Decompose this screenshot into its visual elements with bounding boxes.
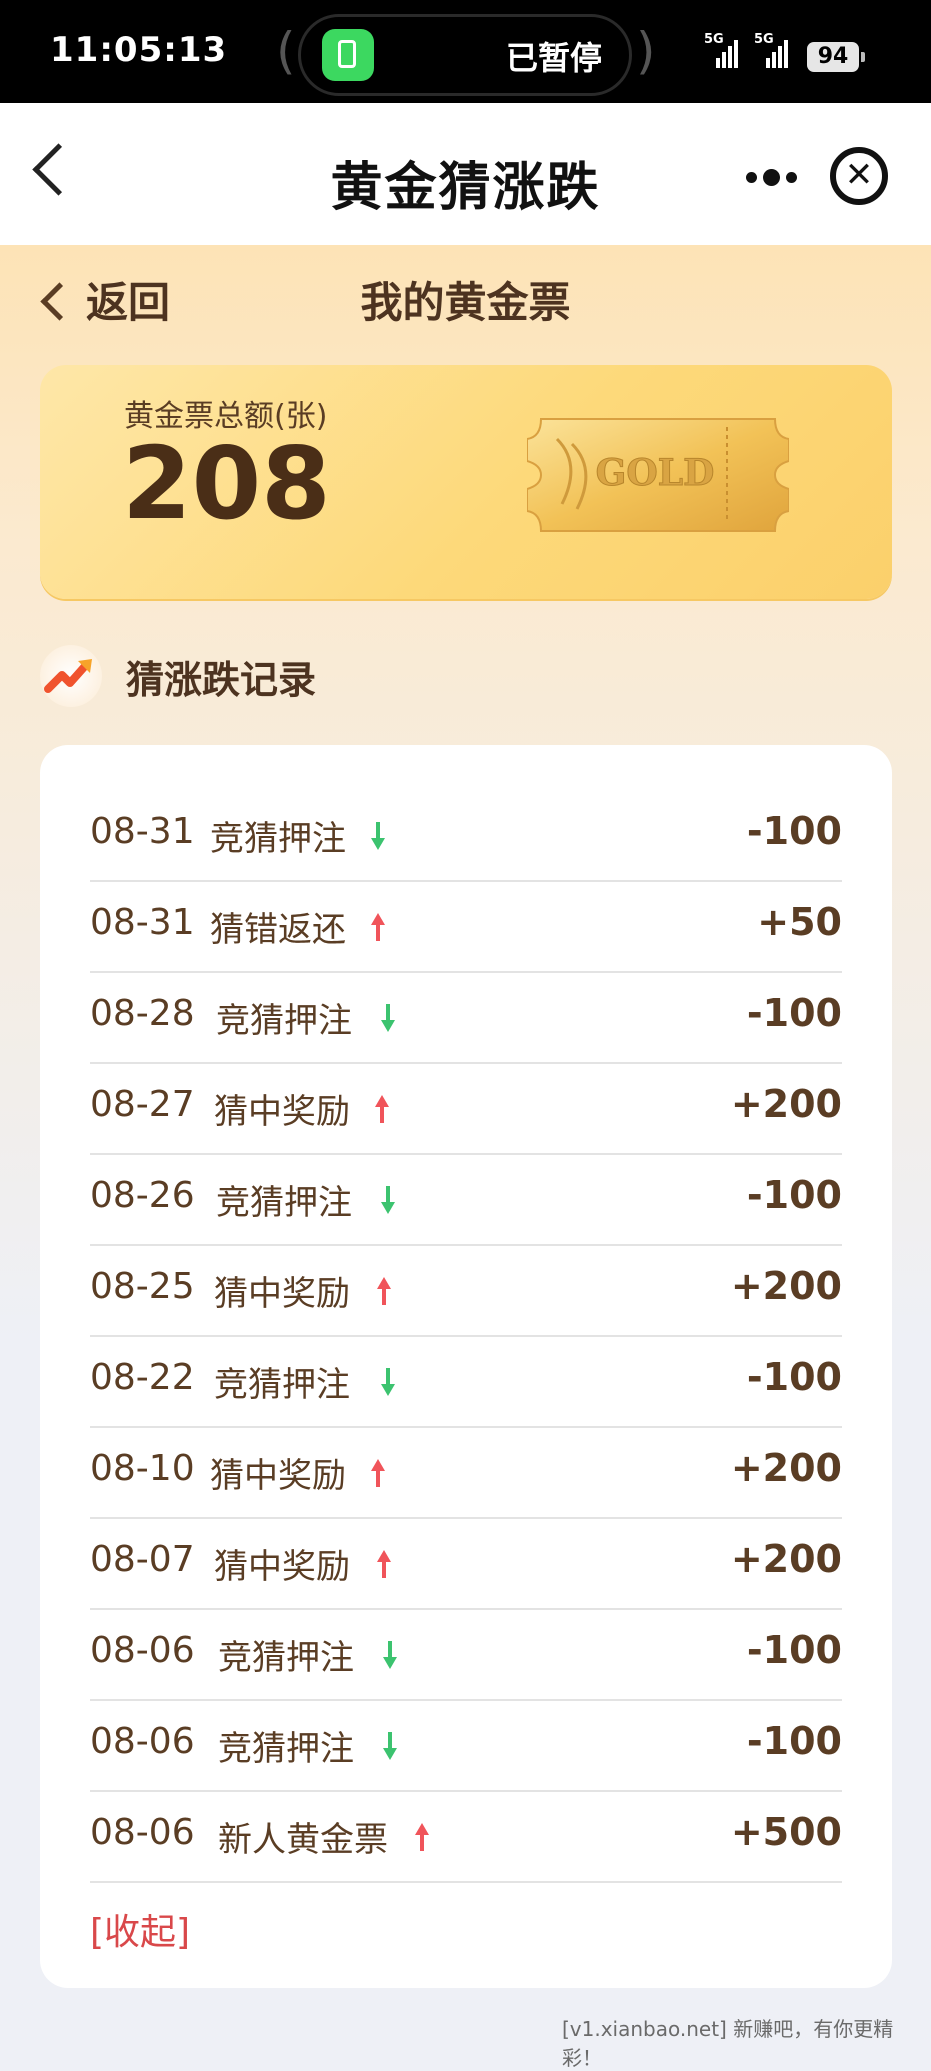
record-amount: -100 xyxy=(746,991,842,1035)
gold-ticket-summary-card: 黄金票总额(张) 208 GOLD xyxy=(40,365,892,599)
arrow-down-icon xyxy=(371,822,385,850)
record-amount: -100 xyxy=(746,1628,842,1672)
record-date: 08-28 xyxy=(90,993,195,1034)
record-type: 竞猜押注 xyxy=(216,1183,352,1223)
total-value: 208 xyxy=(122,425,331,542)
record-type: 新人黄金票 xyxy=(218,1820,388,1860)
arrow-up-icon xyxy=(375,1095,389,1123)
list-item: 08-06 新人黄金票 +500 xyxy=(90,1792,842,1883)
record-date: 08-25 xyxy=(90,1266,195,1307)
record-amount: +200 xyxy=(730,1537,842,1581)
record-amount: -100 xyxy=(746,1719,842,1763)
record-date: 08-26 xyxy=(90,1175,195,1216)
app-icon xyxy=(322,29,374,81)
record-type: 竞猜押注 xyxy=(214,1365,350,1405)
arrow-down-icon xyxy=(381,1004,395,1032)
records-title: 猜涨跌记录 xyxy=(126,658,317,702)
list-item: 08-06 竞猜押注 -100 xyxy=(90,1701,842,1792)
collapse-link[interactable]: [收起] xyxy=(90,1903,190,1955)
paren-left-decoration: ( xyxy=(276,22,296,80)
record-type: 竞猜押注 xyxy=(216,1001,352,1041)
record-date: 08-07 xyxy=(90,1539,195,1580)
record-amount: +50 xyxy=(757,900,842,944)
ticket-text: GOLD xyxy=(596,452,715,494)
paren-right-decoration: ) xyxy=(636,22,656,80)
arrow-up-icon xyxy=(377,1277,391,1305)
record-type: 竞猜押注 xyxy=(218,1729,354,1769)
list-item: 08-28 竞猜押注 -100 xyxy=(90,973,842,1064)
record-date: 08-06 xyxy=(90,1630,195,1671)
paused-status: 已暂停 xyxy=(506,39,603,77)
record-date: 08-31 xyxy=(90,902,195,943)
list-item: 08-22 竞猜押注 -100 xyxy=(90,1337,842,1428)
record-type: 竞猜押注 xyxy=(210,819,346,859)
records-list: 08-31 竞猜押注 -100 08-31 猜错返还 +50 08-28 竞猜押注 -100 08… xyxy=(40,745,892,1988)
trend-up-icon xyxy=(40,645,102,707)
arrow-up-icon xyxy=(371,913,385,941)
signal-label: 5G xyxy=(754,32,774,47)
record-type: 猜中奖励 xyxy=(214,1092,350,1132)
list-item: 08-25 猜中奖励 +200 xyxy=(90,1246,842,1337)
status-bar: 11:05:13 ( ) 已暂停 5G 5G 94 xyxy=(0,0,931,103)
record-type: 猜中奖励 xyxy=(214,1274,350,1314)
record-amount: -100 xyxy=(746,1355,842,1399)
gold-ticket-icon: GOLD xyxy=(527,418,789,532)
record-amount: +200 xyxy=(730,1446,842,1490)
list-item: 08-07 猜中奖励 +200 xyxy=(90,1519,842,1610)
record-type: 猜错返还 xyxy=(210,910,346,950)
record-amount: +500 xyxy=(730,1810,842,1854)
record-type: 猜中奖励 xyxy=(214,1547,350,1587)
record-amount: -100 xyxy=(746,809,842,853)
more-options-icon[interactable] xyxy=(746,169,797,186)
list-item: 08-31 猜错返还 +50 xyxy=(90,882,842,973)
signal-label: 5G xyxy=(704,32,724,47)
status-time: 11:05:13 xyxy=(50,30,228,70)
battery-level: 94 xyxy=(817,44,849,69)
record-amount: +200 xyxy=(730,1082,842,1126)
watermark: [v1.xianbao.net] 新赚吧，有你更精彩！ xyxy=(562,2017,894,2070)
record-amount: +200 xyxy=(730,1264,842,1308)
arrow-up-icon xyxy=(371,1459,385,1487)
close-icon[interactable]: ✕ xyxy=(830,147,888,205)
battery-icon: 94 xyxy=(807,42,865,72)
record-date: 08-06 xyxy=(90,1812,195,1853)
signal-icon: 5G xyxy=(754,32,788,68)
record-amount: -100 xyxy=(746,1173,842,1217)
record-date: 08-31 xyxy=(90,811,195,852)
list-item: 08-06 竞猜押注 -100 xyxy=(90,1610,842,1701)
arrow-down-icon xyxy=(381,1368,395,1396)
record-type: 猜中奖励 xyxy=(210,1456,346,1496)
arrow-down-icon xyxy=(383,1732,397,1760)
record-date: 08-06 xyxy=(90,1721,195,1762)
nav-bar: 黄金猜涨跌 ✕ xyxy=(0,103,931,245)
list-item: 08-27 猜中奖励 +200 xyxy=(90,1064,842,1155)
arrow-up-icon xyxy=(415,1823,429,1851)
record-date: 08-27 xyxy=(90,1084,195,1125)
arrow-up-icon xyxy=(377,1550,391,1578)
list-item: 08-31 竞猜押注 -100 xyxy=(90,791,842,882)
section-title: 我的黄金票 xyxy=(360,278,571,327)
main-content: 返回 我的黄金票 黄金票总额(张) 208 GOLD 猜涨跌记录 08-31 竞… xyxy=(0,245,931,2048)
record-date: 08-10 xyxy=(90,1448,195,1489)
list-item: 08-10 猜中奖励 +200 xyxy=(90,1428,842,1519)
record-type: 竞猜押注 xyxy=(218,1638,354,1678)
list-item: 08-26 竞猜押注 -100 xyxy=(90,1155,842,1246)
signal-icon: 5G xyxy=(704,32,738,68)
record-date: 08-22 xyxy=(90,1357,195,1398)
arrow-down-icon xyxy=(383,1641,397,1669)
arrow-down-icon xyxy=(381,1186,395,1214)
